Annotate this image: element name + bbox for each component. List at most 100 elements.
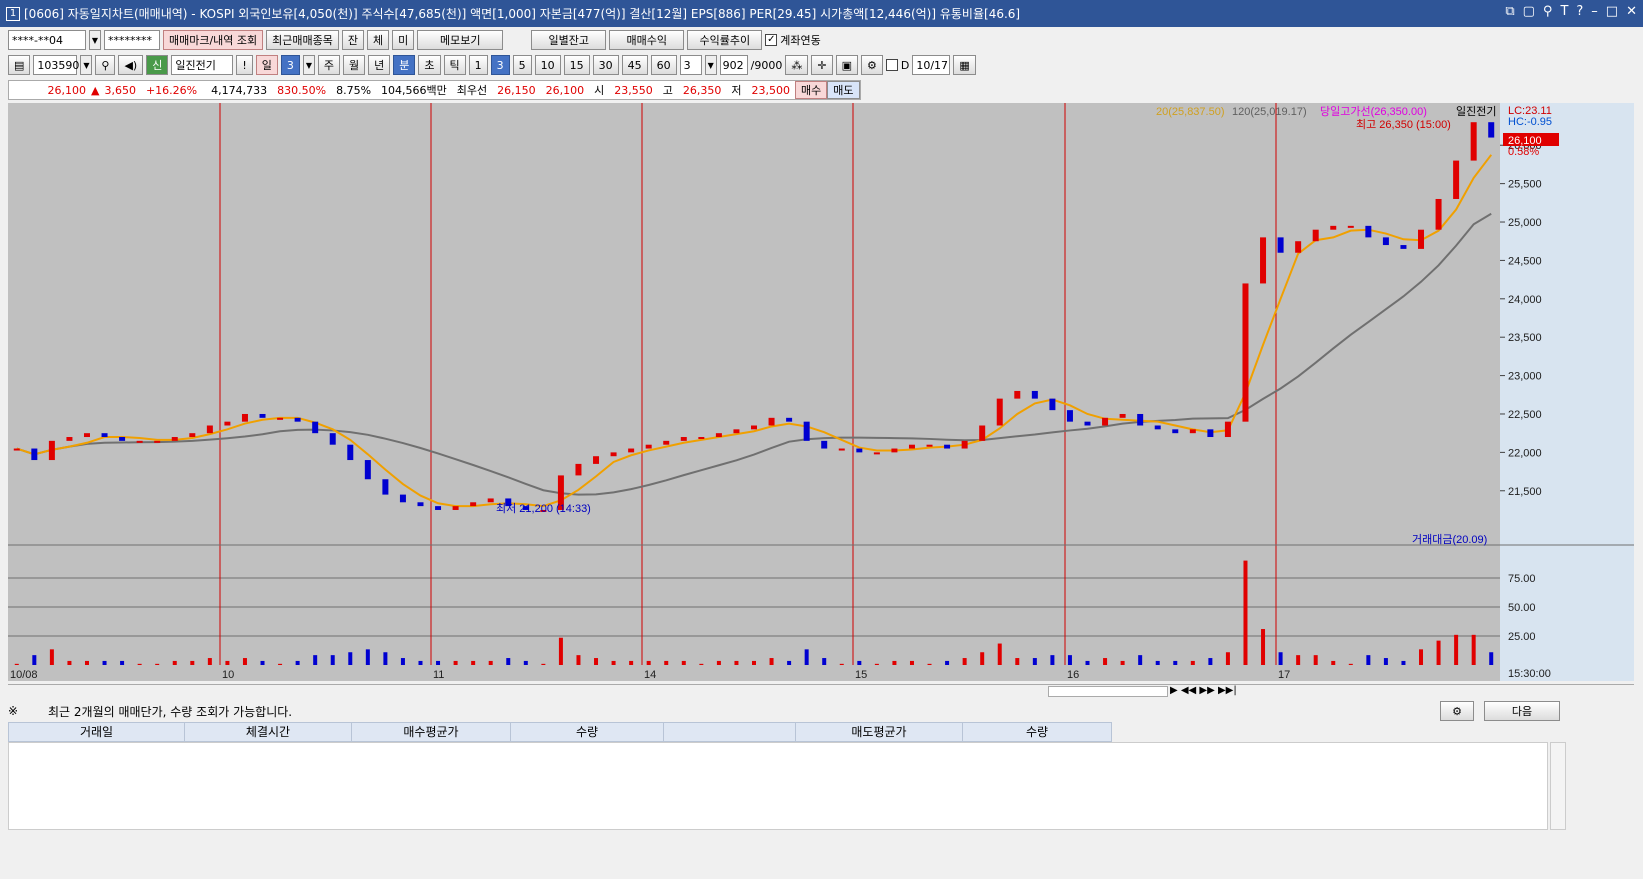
candle [206,425,213,434]
info-button[interactable]: ! [236,55,253,75]
profit-trend-button[interactable]: 수익률추이 [687,30,763,50]
candle [1382,237,1389,246]
account-field[interactable]: ****-**04 [8,30,86,50]
col-trade-date: 거래일 [9,723,185,741]
maximize-icon[interactable]: □ [1606,4,1618,19]
volume-bar [734,660,739,665]
candle [364,460,371,480]
next-button[interactable]: 다음 [1484,701,1560,721]
layout-icon[interactable]: ▤ [8,55,31,75]
high-value: 26,350 [682,83,722,97]
interval-dropdown-icon[interactable]: ▼ [704,55,717,75]
period-num-button[interactable]: 3 [280,55,300,75]
candle [48,440,55,461]
period-dropdown-icon[interactable]: ▼ [302,55,315,75]
sound-icon[interactable]: ◀) [118,55,144,75]
candle [382,479,389,495]
interval-45[interactable]: 45 [621,55,648,75]
daily-balance-button[interactable]: 일별잔고 [531,30,607,50]
volume-bar [1155,660,1160,665]
best-label: 최우선 [456,84,488,97]
memo-button[interactable]: 메모보기 [417,30,504,50]
count-field[interactable]: 902 [719,55,748,75]
code-dropdown-icon[interactable]: ▼ [80,55,93,75]
overlay-icon[interactable]: ⁂ [785,55,809,75]
col-buy-avg: 매수평균가 [352,723,511,741]
crosshair-icon[interactable]: ✛ [811,55,833,75]
stock-code-field[interactable]: 103590 [33,55,79,75]
close-icon[interactable]: ✕ [1626,4,1637,19]
settings-icon[interactable]: ⚙ [1440,701,1474,721]
settings-icon[interactable]: ⚙ [860,55,883,75]
price-chart[interactable]: 26,000 25,500 25,000 24,500 24,000 23,500 23,0… [8,103,1634,681]
window-icon[interactable]: ▢ [1523,4,1535,19]
trade-mark-button[interactable]: 매매마크/내역 조회 [163,30,264,50]
interval-60[interactable]: 60 [650,55,677,75]
second-button[interactable]: 초 [418,55,441,75]
minute-button[interactable]: 분 [393,55,416,75]
jan-button[interactable]: 잔 [341,30,365,50]
pin-icon[interactable]: ⚲ [1543,4,1553,19]
week-button[interactable]: 주 [317,55,341,75]
che-button[interactable]: 체 [367,30,390,50]
trade-table-body[interactable] [8,742,1548,830]
interval-1[interactable]: 1 [468,55,488,75]
mi-button[interactable]: 미 [392,30,415,50]
interval-30[interactable]: 30 [592,55,619,75]
candle [1102,417,1109,426]
font-icon[interactable]: T [1560,4,1568,19]
interval-5[interactable]: 5 [512,55,532,75]
best-bid: 26,100 [545,83,585,97]
volume-tick-label: 50.00 [1508,602,1536,614]
tick-button[interactable]: 틱 [443,55,466,75]
search-icon[interactable]: ⚲ [95,55,116,75]
table-scrollbar[interactable] [1550,742,1566,830]
sell-button[interactable]: 매도 [827,81,860,99]
scroll-thumb[interactable] [1048,686,1168,697]
interval-10[interactable]: 10 [534,55,561,75]
candle [610,452,617,457]
current-pct: 0.58% [1508,146,1539,158]
y-tick-label: 25,000 [1508,217,1542,229]
volume-bar [506,658,511,665]
account-link-checkbox[interactable]: ✓ [765,34,778,46]
volume-bar [1471,634,1476,665]
interval-3[interactable]: 3 [490,55,510,75]
date-field[interactable]: 10/17 [912,55,951,75]
link-icon[interactable]: ⧉ [1505,4,1514,19]
account-dropdown-icon[interactable]: ▼ [89,30,101,50]
year-button[interactable]: 년 [368,55,391,75]
candle [259,413,266,418]
date-checkbox[interactable] [885,59,898,71]
legend-ma20: 20(25,837.50) [1156,106,1225,118]
password-field[interactable]: ******** [104,30,160,50]
help-icon[interactable]: ? [1576,4,1583,19]
interval-15[interactable]: 15 [563,55,590,75]
candle [470,502,477,507]
buy-button[interactable]: 매수 [795,81,828,99]
candle [768,417,775,426]
candle [1488,122,1495,138]
interval-select[interactable]: 3 [679,55,702,75]
month-button[interactable]: 월 [343,55,366,75]
col-sell-avg: 매도평균가 [796,723,963,741]
volume-bar [1454,634,1459,665]
volume-bar [629,660,634,665]
volume-bar [1401,660,1406,665]
price-change: 3,650 [104,83,136,97]
best-ask: 26,150 [497,83,536,97]
scroll-nav-icon[interactable]: ▶ ◀◀ ▶▶ ▶▶| [1170,685,1237,696]
volume-bar [32,655,37,665]
volume-bar [1015,658,1020,665]
stock-name-field[interactable]: 일진전기 [171,55,234,75]
recent-trade-button[interactable]: 최근매매종목 [266,30,339,50]
chart-scrollbar[interactable]: ▶ ◀◀ ▶▶ ▶▶| [8,684,1634,698]
col-blank [664,723,796,741]
calendar-icon[interactable]: ▦ [953,55,976,75]
candle [189,433,196,438]
period-day-button[interactable]: 일 [255,55,278,75]
save-icon[interactable]: ▣ [835,55,858,75]
minimize-icon[interactable]: – [1591,4,1598,19]
volume-bar [523,660,528,665]
trade-profit-button[interactable]: 매매수익 [609,30,685,50]
